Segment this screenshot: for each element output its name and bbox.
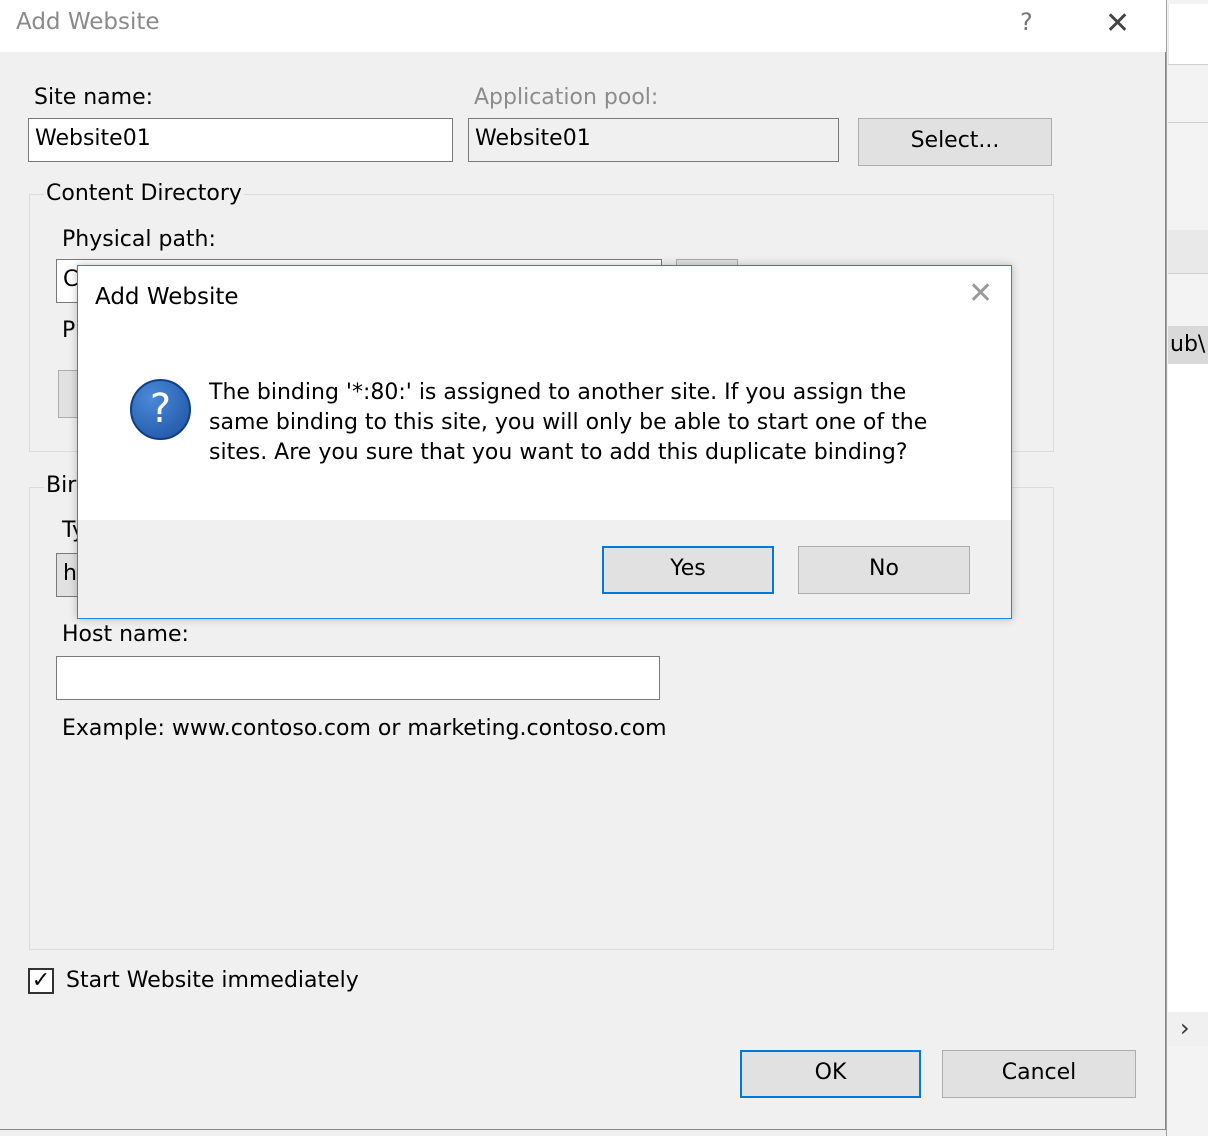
title-bar: Add Website ? ✕ <box>0 0 1166 52</box>
modal-close-icon[interactable]: ✕ <box>968 276 993 311</box>
background-tab <box>1168 230 1208 274</box>
host-name-label: Host name: <box>62 622 189 647</box>
modal-message: The binding '*:80:' is assigned to anoth… <box>209 380 928 465</box>
scroll-right-arrow-icon[interactable]: › <box>1180 1014 1190 1042</box>
content-directory-caption: Content Directory <box>44 181 244 206</box>
background-divider <box>1168 64 1208 65</box>
help-icon[interactable]: ? <box>1020 8 1033 36</box>
background-selected-row: ub\ <box>1168 326 1208 364</box>
close-icon[interactable]: ✕ <box>1105 6 1130 41</box>
select-button[interactable]: Select... <box>858 118 1052 166</box>
host-name-input[interactable] <box>56 656 660 700</box>
background-divider <box>1168 122 1208 123</box>
site-name-label: Site name: <box>34 85 154 110</box>
yes-button[interactable]: Yes <box>602 546 774 594</box>
start-immediately-checkbox[interactable]: ✓ <box>28 968 54 994</box>
physical-path-label: Physical path: <box>62 227 216 252</box>
host-name-example: Example: www.contoso.com or marketing.co… <box>62 716 667 741</box>
application-pool-label: Application pool: <box>474 85 659 110</box>
question-icon: ? <box>130 379 191 440</box>
no-button[interactable]: No <box>798 546 970 594</box>
duplicate-binding-modal: Add Website ✕ ? The binding '*:80:' is a… <box>77 265 1012 619</box>
modal-footer: Yes No <box>78 520 1011 618</box>
ok-button[interactable]: OK <box>740 1050 921 1098</box>
cancel-button[interactable]: Cancel <box>942 1050 1136 1098</box>
pass-through-label: P <box>62 318 76 343</box>
dialog-title: Add Website <box>16 9 160 35</box>
background-window-header <box>1168 4 1208 64</box>
start-immediately-label: Start Website immediately <box>66 968 359 993</box>
modal-title: Add Website <box>95 284 239 310</box>
binding-caption: Bir <box>44 473 79 498</box>
site-name-input[interactable]: Website01 <box>28 118 453 162</box>
application-pool-field: Website01 <box>468 118 839 162</box>
background-list <box>1168 364 1208 1014</box>
